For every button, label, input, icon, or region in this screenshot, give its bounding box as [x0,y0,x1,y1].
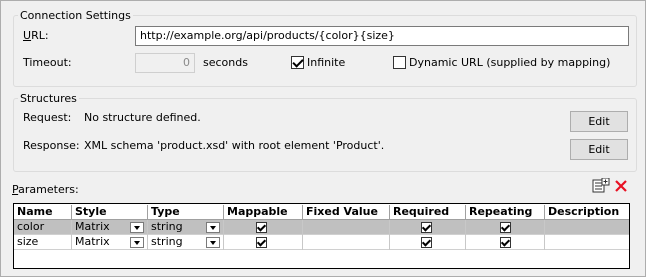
col-header-description: Description [548,205,620,218]
col-header-name: Name [14,205,72,219]
response-value: XML schema 'product.xsd' with root eleme… [84,139,385,152]
delete-icon[interactable] [614,179,628,193]
cell-fixed-value[interactable] [303,220,390,233]
col-header-mappable: Mappable [224,205,303,219]
url-label: URL: [23,29,49,42]
cell-type[interactable]: string [148,220,208,233]
type-dropdown-arrow[interactable] [206,237,220,248]
response-label: Response: [23,139,80,152]
col-header-style: Style [72,205,148,219]
dynamic-url-label: Dynamic URL (supplied by mapping) [409,56,611,69]
type-dropdown-arrow[interactable] [206,222,220,233]
col-header-required: Required [390,205,466,219]
row-divider [14,249,629,250]
edit-request-button[interactable]: Edit [570,111,628,132]
repeating-checkbox[interactable] [500,222,511,233]
timeout-label: Timeout: [23,56,72,69]
infinite-checkbox[interactable] [291,56,304,69]
parameters-table: Name Style Type Mappable Fixed Value Req… [13,203,630,269]
cell-name[interactable]: size [14,235,72,248]
cell-type[interactable]: string [148,235,208,248]
mappable-checkbox[interactable] [256,237,267,248]
column-divider [302,220,303,250]
column-divider [544,220,545,250]
col-header-type: Type [148,205,224,219]
structures-title: Structures [18,92,79,105]
table-row[interactable]: size Matrix string [14,235,629,249]
style-dropdown-arrow[interactable] [130,237,144,248]
required-checkbox[interactable] [421,237,432,248]
column-divider [147,220,148,250]
required-checkbox[interactable] [421,222,432,233]
edit-response-button[interactable]: Edit [570,139,628,160]
add-parameter-icon[interactable] [592,177,610,194]
cell-name[interactable]: color [14,220,72,233]
column-divider [223,220,224,250]
connection-settings-title: Connection Settings [18,9,133,22]
cell-description[interactable] [545,235,629,248]
col-header-repeating: Repeating [466,205,545,219]
column-divider [389,220,390,250]
column-divider [465,220,466,250]
style-dropdown-arrow[interactable] [130,222,144,233]
mappable-checkbox[interactable] [256,222,267,233]
cell-style[interactable]: Matrix [72,235,132,248]
column-divider [71,220,72,250]
request-value: No structure defined. [84,111,201,124]
seconds-label: seconds [203,56,248,69]
table-row[interactable]: color Matrix string [14,220,629,234]
cell-fixed-value[interactable] [303,235,390,248]
col-header-fixed-value: Fixed Value [303,205,390,219]
infinite-label: Infinite [307,56,346,69]
cell-description[interactable] [545,220,629,233]
request-label: Request: [23,111,72,124]
structures-group [13,98,637,172]
cell-style[interactable]: Matrix [72,220,132,233]
repeating-checkbox[interactable] [500,237,511,248]
dynamic-url-checkbox[interactable] [393,56,406,69]
parameters-label: Parameters: [12,183,79,196]
url-input[interactable]: http://example.org/api/products/{color}{… [135,26,629,46]
timeout-input[interactable]: 0 [135,53,195,73]
